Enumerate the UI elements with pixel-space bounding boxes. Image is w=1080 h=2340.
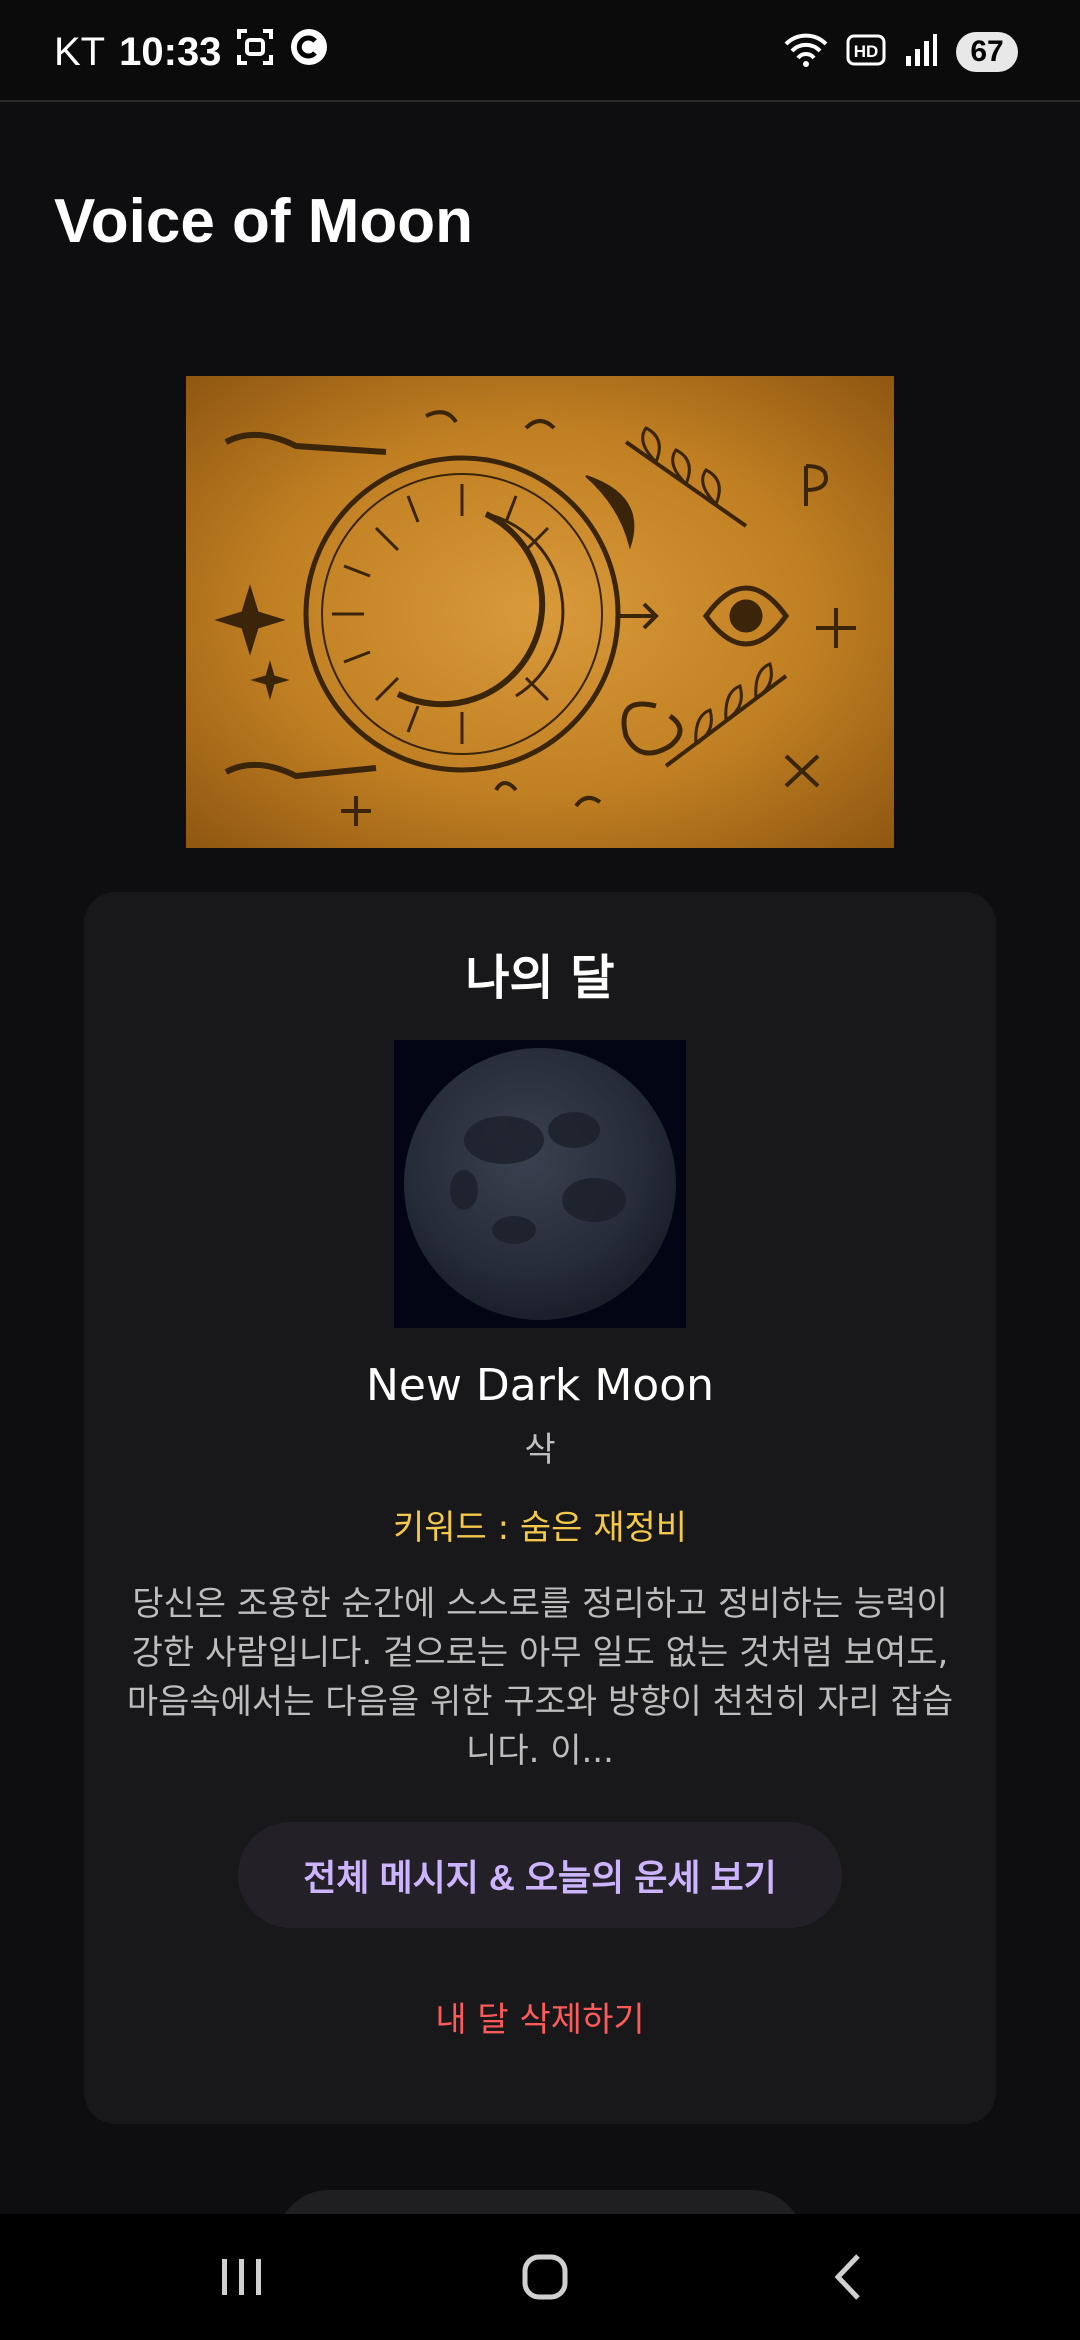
screenshot-icon xyxy=(235,27,275,77)
hd-icon: HD xyxy=(846,32,886,72)
carrier-label: KT xyxy=(54,29,106,74)
c-icon xyxy=(289,27,329,77)
moon-phase-korean-name: 삭 xyxy=(524,1430,556,1470)
moon-description: 당신은 조용한 순간에 스스로를 정리하고 정비하는 능력이 강한 사람입니다.… xyxy=(126,1584,954,1771)
recents-icon[interactable] xyxy=(202,2244,282,2310)
navigation-bar xyxy=(0,2214,1080,2340)
hero-moon-illustration xyxy=(186,376,894,848)
moon-phase-image xyxy=(394,1040,686,1328)
status-right: HD 67 xyxy=(784,26,1018,78)
app-title: Voice of Moon xyxy=(54,187,474,256)
my-moon-card: 나의 달 New Dark Moon 삭 키워드 : 숨은 재정비 당신은 조용… xyxy=(84,892,996,2124)
wifi-icon xyxy=(784,30,828,74)
moon-phase-name: New Dark Moon xyxy=(365,1360,715,1411)
battery-icon: 67 xyxy=(956,32,1018,72)
signal-icon xyxy=(904,32,938,72)
clock: 10:33 xyxy=(119,29,222,74)
moon-keyword: 키워드 : 숨은 재정비 xyxy=(392,1508,688,1548)
status-left: KT 10:33 xyxy=(54,26,329,78)
home-icon[interactable] xyxy=(505,2244,585,2310)
back-icon[interactable] xyxy=(808,2244,888,2310)
delete-moon-link[interactable]: 내 달 삭제하기 xyxy=(84,1992,996,2041)
card-title: 나의 달 xyxy=(465,950,615,1006)
svg-text:HD: HD xyxy=(854,42,879,61)
full-message-button[interactable]: 전체 메시지 & 오늘의 운세 보기 xyxy=(238,1822,842,1928)
status-bar: KT 10:33 HD 67 xyxy=(0,0,1080,102)
